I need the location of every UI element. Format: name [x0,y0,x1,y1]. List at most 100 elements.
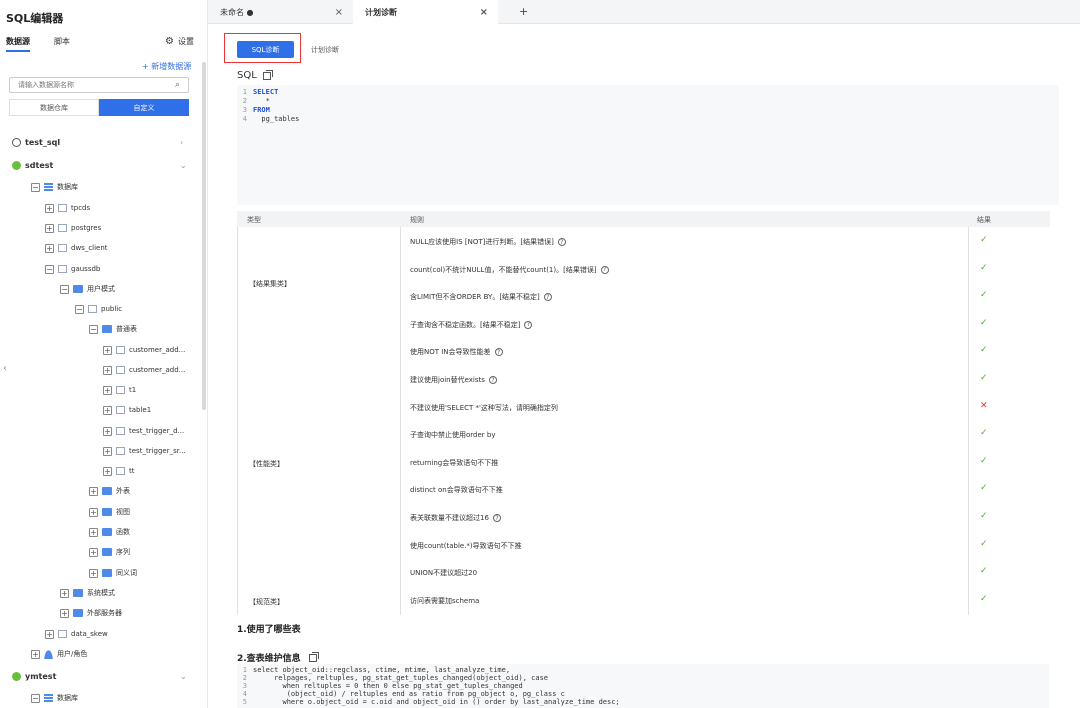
close-icon[interactable]: × [335,7,343,18]
chevron-down-icon[interactable]: ⌄ [180,669,187,683]
help-icon[interactable]: ? [600,265,609,274]
copy-icon[interactable] [262,69,273,80]
rule-text: NULL应该使用IS [NOT]进行判断。[结果错误]? [410,237,566,247]
expand-icon[interactable]: + [45,223,54,233]
copy-icon[interactable] [308,651,319,662]
tree-item[interactable]: + 用户/角色 [31,647,87,661]
tab-script[interactable]: 脚本 [54,36,70,52]
expand-icon[interactable]: + [45,629,54,639]
settings-button[interactable]: ⚙ 设置 [165,36,194,47]
expand-icon[interactable]: + [103,405,112,415]
expand-icon[interactable]: + [89,547,98,557]
expand-icon[interactable]: + [60,588,69,598]
tree-item[interactable]: + 序列 [89,545,130,559]
expand-icon[interactable]: + [103,365,112,375]
tree-item[interactable]: + 同义词 [89,566,137,580]
tree-item[interactable]: + postgres [45,221,101,235]
tree-item[interactable]: + customer_add... [103,363,185,377]
line-number: 4 [242,690,247,698]
expand-icon[interactable]: + [60,608,69,618]
expand-icon[interactable]: + [89,507,98,517]
tab-datasource[interactable]: 数据源 [6,36,30,52]
tree-item[interactable]: + tpcds [45,201,90,215]
tree-item[interactable]: + 视图 [89,505,130,519]
expand-icon[interactable]: + [89,568,98,578]
rule-text: 表关联数量不建议超过16? [410,513,501,523]
tree-item[interactable]: − 数据库 [31,180,78,194]
expand-icon[interactable]: + [45,243,54,253]
code-text: (object_oid) / reltuples end as ratio fr… [253,690,565,698]
tree-item[interactable]: test_sql [12,135,60,149]
tree-item[interactable]: − 用户模式 [60,282,115,296]
expand-icon[interactable]: + [103,446,112,456]
chevron-down-icon[interactable]: ⌄ [180,158,187,172]
tree-item-label: 序列 [116,548,130,556]
sql-editor[interactable]: 1 SELECT 2 * 3 FROM 4 pg_tables [237,85,1059,205]
pass-check-icon: ✓ [980,455,988,466]
tree-item[interactable]: + customer_add... [103,343,185,357]
expand-icon[interactable]: + [103,345,112,355]
chevron-right-icon[interactable]: › [180,135,183,149]
tree-item[interactable]: ymtest [12,669,56,683]
expand-icon[interactable]: + [103,426,112,436]
collapse-icon[interactable]: − [31,693,40,703]
tab-plan-diagnosis[interactable]: 计划诊断 × [353,0,498,24]
tree-item[interactable]: + table1 [103,403,151,417]
tree-item[interactable]: − gaussdb [45,262,100,276]
sql-diagnosis-button[interactable]: SQL诊断 [237,41,294,58]
search-icon[interactable]: ⌕ [175,80,180,90]
help-icon[interactable]: ? [494,348,503,357]
collapse-icon[interactable]: − [45,264,54,274]
tree-item[interactable]: + 外部服务器 [60,606,122,620]
tree-item[interactable]: − public [75,302,122,316]
code-text: relpages, reltuples, pg_stat_get_tuples_… [253,674,549,682]
section2-title: 2.查表维护信息 [237,654,301,664]
line-number: 2 [242,97,247,105]
tree-item[interactable]: + test_trigger_sr... [103,444,186,458]
segment-warehouse[interactable]: 数据仓库 [9,99,99,116]
datasource-segment: 数据仓库 自定义 [9,99,189,116]
tree-item[interactable]: − 数据库 [31,691,78,705]
expand-icon[interactable]: + [89,486,98,496]
tree-item[interactable]: + data_skew [45,627,108,641]
tree-item[interactable]: + tt [103,464,135,478]
plan-diagnosis-button[interactable]: 计划诊断 [304,41,346,58]
maintenance-sql-editor[interactable]: 1 select object_oid::regclass, ctime, mti… [237,664,1049,708]
expand-icon[interactable]: + [89,527,98,537]
add-datasource-link[interactable]: + 新增数据源 [142,61,191,72]
tree-item[interactable]: + t1 [103,383,136,397]
code-line: 4 (object_oid) / reltuples end as ratio … [237,690,565,698]
help-icon[interactable]: ? [492,514,501,522]
tree-item[interactable]: + 外表 [89,484,130,498]
collapse-icon[interactable]: − [75,304,84,314]
line-number: 4 [242,115,247,123]
help-icon[interactable]: ? [524,320,533,329]
close-icon[interactable]: × [480,7,488,18]
rule-text: distinct on会导致语句不下推 [410,485,503,495]
datasource-search[interactable]: ⌕ [9,77,189,93]
sql-section-header: SQL [237,69,273,81]
segment-custom[interactable]: 自定义 [99,99,189,116]
add-tab-button[interactable]: + [519,5,528,18]
sidebar-scrollbar[interactable] [202,62,206,410]
tree-item[interactable]: + dws_client [45,241,108,255]
tree-item[interactable]: + test_trigger_d... [103,424,184,438]
tree-item[interactable]: sdtest [12,158,53,172]
tab-untitled[interactable]: 未命名 ● × [208,0,353,24]
search-input[interactable] [18,81,158,89]
help-icon[interactable]: ? [543,293,552,302]
collapse-icon[interactable]: − [31,182,40,192]
tree-item[interactable]: + 系统模式 [60,586,115,600]
tree-item[interactable]: + 函数 [89,525,130,539]
expand-icon[interactable]: + [45,203,54,213]
expand-icon[interactable]: + [103,385,112,395]
tree-item-label: test_trigger_d... [129,427,185,435]
help-icon[interactable]: ? [488,376,497,384]
expand-icon[interactable]: + [103,466,112,476]
tree-item[interactable]: − 普通表 [89,322,137,336]
collapse-icon[interactable]: − [60,284,69,294]
expand-icon[interactable]: + [31,649,40,659]
collapse-sidebar-icon[interactable]: ‹ [0,348,10,388]
collapse-icon[interactable]: − [89,324,98,334]
help-icon[interactable]: ? [557,238,566,246]
